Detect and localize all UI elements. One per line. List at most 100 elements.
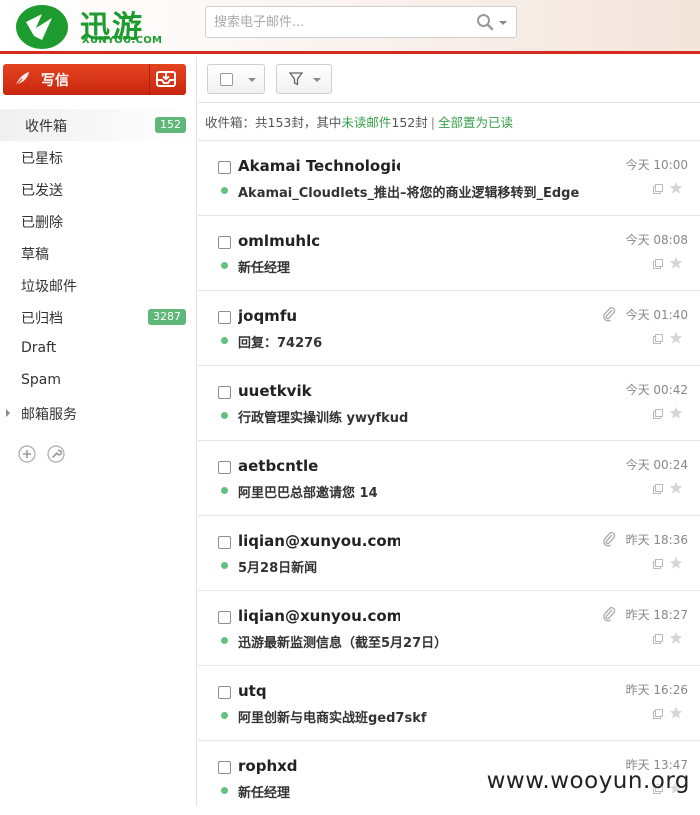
mail-subject: 行政管理实操训练 ywyfkud	[238, 407, 618, 426]
star-icon[interactable]	[669, 631, 683, 645]
unread-dot-icon	[221, 487, 228, 494]
copy-icon[interactable]	[653, 259, 663, 269]
summary-separator: |	[431, 115, 435, 130]
sidebar-item-label: 邮箱服务	[21, 404, 77, 424]
copy-icon[interactable]	[653, 334, 663, 344]
unread-dot-icon	[221, 412, 228, 419]
sidebar-item-draft[interactable]: Draft	[0, 333, 196, 365]
mail-checkbox[interactable]	[218, 236, 231, 249]
mail-time: 今天 08:08	[626, 231, 688, 248]
sidebar-item-label: 已删除	[21, 212, 63, 232]
sidebar-item-archived[interactable]: 已归档 3287	[0, 301, 196, 333]
filter-funnel-icon	[289, 72, 303, 86]
mail-checkbox[interactable]	[218, 536, 231, 549]
mail-sender: aetbcntle	[238, 457, 400, 475]
star-icon[interactable]	[669, 481, 683, 495]
unread-dot-icon	[221, 712, 228, 719]
mail-checkbox[interactable]	[218, 386, 231, 399]
copy-icon[interactable]	[653, 709, 663, 719]
attachment-paperclip-icon	[602, 306, 616, 322]
inbox-summary: 收件箱：共153封，其中未读邮件152封|全部置为已读	[205, 112, 513, 131]
xunyou-logo-icon[interactable]	[12, 2, 72, 50]
mail-subject: Akamai_Cloudlets_推出–将您的商业逻辑移转到_Edge	[238, 182, 618, 201]
star-icon[interactable]	[669, 181, 683, 195]
sidebar-tools	[18, 445, 71, 467]
copy-icon[interactable]	[653, 559, 663, 569]
sidebar-item-label: 已归档	[21, 308, 63, 328]
mail-row[interactable]: utq 昨天 16:26 阿里创新与电商实战班ged7skf	[198, 665, 700, 740]
star-icon[interactable]	[669, 406, 683, 420]
mail-checkbox[interactable]	[218, 761, 231, 774]
attachment-paperclip-icon	[602, 606, 616, 622]
logo-subtitle: XUNYOU.COM	[82, 35, 162, 46]
search-options-caret-icon[interactable]	[499, 21, 507, 25]
feather-pen-icon	[13, 70, 31, 88]
sidebar-item-deleted[interactable]: 已删除	[0, 205, 196, 237]
mail-checkbox[interactable]	[218, 311, 231, 324]
expand-arrow-icon[interactable]	[6, 409, 10, 417]
chevron-down-icon	[313, 78, 321, 82]
mail-row[interactable]: liqian@xunyou.com 昨天 18:27 迅游最新监测信息（截至5月…	[198, 590, 700, 665]
mail-row[interactable]: omlmuhlc 今天 08:08 新任经理	[198, 215, 700, 290]
mail-time: 今天 01:40	[626, 306, 688, 323]
unread-dot-icon	[221, 187, 228, 194]
mail-time: 昨天 16:26	[626, 681, 688, 698]
sidebar-item-inbox[interactable]: 收件箱 152	[0, 109, 196, 141]
mail-row[interactable]: aetbcntle 今天 00:24 阿里巴巴总部邀请您 14	[198, 440, 700, 515]
sidebar-item-spam[interactable]: Spam	[0, 365, 196, 397]
mail-row[interactable]: Akamai Technologies 今天 10:00 Akamai_Clou…	[198, 140, 700, 215]
sidebar-item-label: 垃圾邮件	[21, 276, 77, 296]
mail-row[interactable]: joqmfu 今天 01:40 回复：74276	[198, 290, 700, 365]
mail-sender: liqian@xunyou.com	[238, 532, 400, 550]
mail-subject: 5月28日新闻	[238, 557, 618, 576]
mail-subject: 阿里巴巴总部邀请您 14	[238, 482, 618, 501]
sidebar-item-mail-services[interactable]: 邮箱服务	[0, 397, 196, 429]
star-icon[interactable]	[669, 556, 683, 570]
list-toolbar	[198, 57, 700, 103]
mail-row[interactable]: liqian@xunyou.com 昨天 18:36 5月28日新闻	[198, 515, 700, 590]
unread-mail-link[interactable]: 未读邮件	[341, 115, 391, 130]
copy-icon[interactable]	[653, 409, 663, 419]
search-input[interactable]	[214, 13, 464, 31]
compose-divider	[149, 64, 150, 95]
compose-label: 写信	[41, 70, 69, 90]
add-folder-icon[interactable]	[18, 445, 36, 463]
mail-time: 昨天 18:36	[626, 531, 688, 548]
star-icon[interactable]	[669, 706, 683, 720]
summary-prefix: 收件箱：共153封，其中	[205, 115, 341, 130]
sidebar-item-sent[interactable]: 已发送	[0, 173, 196, 205]
star-icon[interactable]	[669, 331, 683, 345]
mail-checkbox[interactable]	[218, 611, 231, 624]
star-icon[interactable]	[669, 256, 683, 270]
folder-nav: 收件箱 152 已星标 已发送 已删除 草稿 垃圾邮件 已归档 3287 Dra…	[0, 109, 196, 429]
compose-button[interactable]: 写信	[3, 64, 186, 95]
receive-mail-icon[interactable]	[155, 69, 177, 89]
watermark-text: www.wooyun.org	[487, 768, 690, 794]
mail-sender: uuetkvik	[238, 382, 400, 400]
search-icon[interactable]	[476, 13, 494, 31]
mail-row[interactable]: uuetkvik 今天 00:42 行政管理实操训练 ywyfkud	[198, 365, 700, 440]
mark-all-read-link[interactable]: 全部置为已读	[438, 115, 513, 130]
sidebar-item-label: 已发送	[21, 180, 63, 200]
mail-time: 昨天 18:27	[626, 606, 688, 623]
sidebar-item-label: 收件箱	[25, 116, 67, 136]
sidebar-item-starred[interactable]: 已星标	[0, 141, 196, 173]
sidebar-item-drafts[interactable]: 草稿	[0, 237, 196, 269]
sidebar-item-label: Draft	[21, 340, 56, 356]
copy-icon[interactable]	[653, 484, 663, 494]
sidebar-item-label: 草稿	[21, 244, 49, 264]
search-box[interactable]	[205, 6, 517, 38]
mail-checkbox[interactable]	[218, 161, 231, 174]
top-header: 迅游 XUNYOU.COM	[0, 0, 700, 54]
copy-icon[interactable]	[653, 634, 663, 644]
sidebar-item-junk[interactable]: 垃圾邮件	[0, 269, 196, 301]
select-all-dropdown[interactable]	[207, 64, 265, 94]
mail-checkbox[interactable]	[218, 461, 231, 474]
mail-list-panel: 收件箱：共153封，其中未读邮件152封|全部置为已读 Akamai Techn…	[198, 57, 700, 806]
settings-wrench-icon[interactable]	[47, 445, 65, 463]
select-all-checkbox[interactable]	[220, 73, 233, 86]
mail-checkbox[interactable]	[218, 686, 231, 699]
mail-sender: rophxd	[238, 757, 400, 775]
filter-dropdown[interactable]	[276, 64, 332, 94]
copy-icon[interactable]	[653, 184, 663, 194]
